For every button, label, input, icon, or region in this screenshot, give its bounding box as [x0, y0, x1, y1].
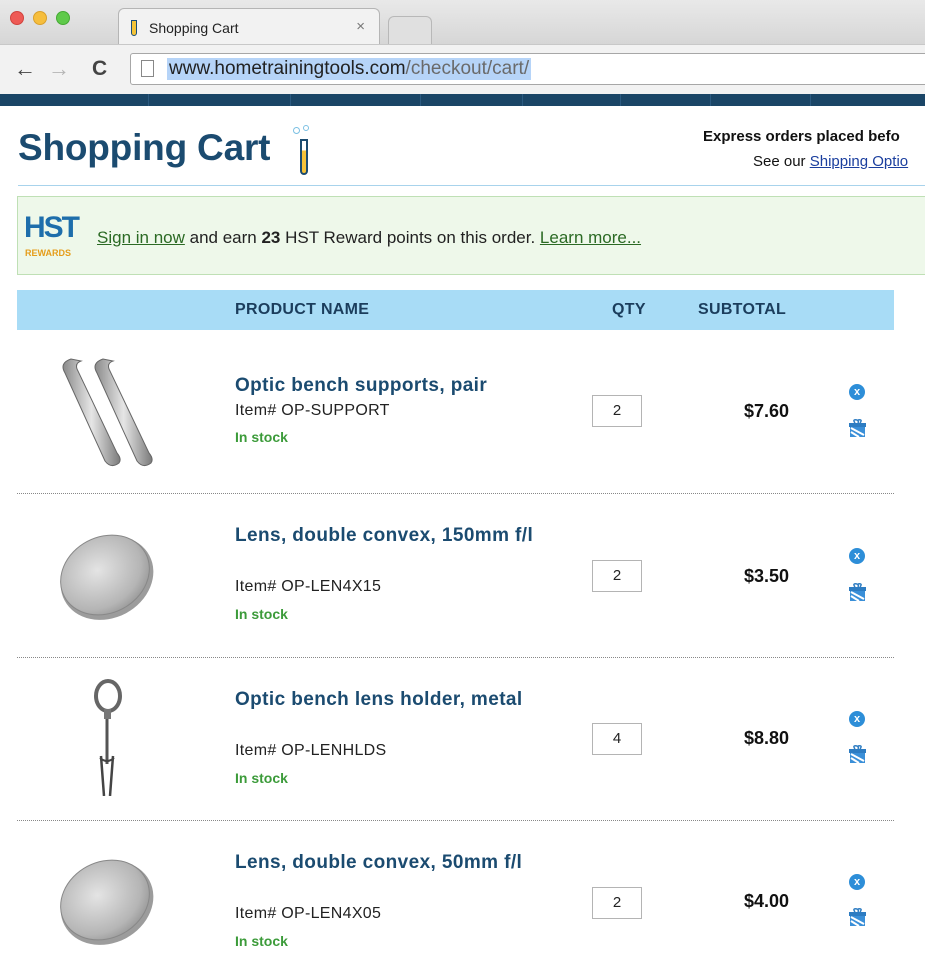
- item-number: Item# OP-SUPPORT: [235, 402, 390, 419]
- browser-tab-active[interactable]: Shopping Cart ×: [118, 8, 380, 44]
- product-name-link[interactable]: Optic bench supports, pair: [235, 373, 565, 399]
- quantity-input[interactable]: 2: [592, 887, 642, 919]
- test-tube-favicon-icon: [131, 20, 137, 36]
- reward-points: 23: [261, 228, 281, 247]
- browser-tab-bar: Shopping Cart ×: [0, 0, 925, 44]
- hst-logo-text: HST: [24, 211, 80, 244]
- window-minimize-button[interactable]: [33, 11, 47, 25]
- gift-wrap-icon[interactable]: [849, 908, 866, 927]
- cart-row: Optic bench lens holder, metal Item# OP-…: [17, 658, 894, 821]
- stock-status: In stock: [235, 606, 288, 622]
- product-name-link[interactable]: Optic bench lens holder, metal: [235, 687, 565, 713]
- row-subtotal: $4.00: [744, 891, 790, 911]
- quantity-input[interactable]: 2: [592, 395, 642, 427]
- page-content: Shopping Cart Express orders placed befo…: [0, 0, 925, 953]
- product-name-link[interactable]: Lens, double convex, 150mm f/l: [235, 523, 565, 549]
- remove-item-icon[interactable]: x: [849, 711, 865, 727]
- lens-icon[interactable]: [43, 516, 173, 636]
- stock-status: In stock: [235, 770, 288, 786]
- url-path: /checkout/cart/: [405, 58, 530, 79]
- gift-wrap-icon[interactable]: [849, 419, 866, 438]
- hst-rewards-logo: HST REWARDS: [24, 211, 88, 266]
- item-number: Item# OP-LENHLDS: [235, 742, 387, 759]
- stock-status: In stock: [235, 429, 288, 445]
- address-bar[interactable]: www.hometrainingtools.com/checkout/cart/: [130, 53, 925, 85]
- rewards-banner: HST REWARDS Sign in now and earn 23 HST …: [17, 196, 925, 275]
- quantity-input[interactable]: 2: [592, 560, 642, 592]
- reload-icon[interactable]: C: [92, 57, 107, 81]
- page-title: Shopping Cart: [18, 127, 271, 168]
- lens-holder-icon[interactable]: [43, 676, 173, 796]
- row-subtotal: $7.60: [744, 401, 790, 421]
- column-qty: QTY: [612, 301, 646, 318]
- learn-more-link[interactable]: Learn more...: [540, 228, 641, 247]
- url-text[interactable]: www.hometrainingtools.com/checkout/cart/: [167, 58, 532, 80]
- shipping-prefix: See our: [753, 153, 810, 170]
- column-subtotal: SUBTOTAL: [698, 301, 787, 318]
- cart-table-header: PRODUCT NAME QTY SUBTOTAL: [17, 290, 894, 330]
- browser-toolbar: ← → C www.hometrainingtools.com/checkout…: [0, 44, 925, 94]
- express-orders-notice: Express orders placed befo: [703, 128, 900, 145]
- sign-in-link[interactable]: Sign in now: [97, 228, 185, 247]
- shipping-options-link[interactable]: Shipping Optio: [810, 153, 908, 170]
- forward-arrow-icon[interactable]: →: [48, 57, 70, 81]
- column-product-name: PRODUCT NAME: [235, 301, 370, 318]
- tab-close-icon[interactable]: ×: [356, 18, 365, 35]
- window-maximize-button[interactable]: [56, 11, 70, 25]
- remove-item-icon[interactable]: x: [849, 874, 865, 890]
- bench-supports-icon[interactable]: [43, 351, 173, 471]
- item-number: Item# OP-LEN4X05: [235, 905, 382, 922]
- rewards-message: Sign in now and earn 23 HST Reward point…: [97, 228, 641, 248]
- back-arrow-icon[interactable]: ←: [14, 57, 36, 81]
- gift-wrap-icon[interactable]: [849, 745, 866, 764]
- cart-row: Lens, double convex, 50mm f/l Item# OP-L…: [17, 821, 894, 953]
- quantity-input[interactable]: 4: [592, 723, 642, 755]
- rewards-logo-text: REWARDS: [25, 248, 72, 258]
- new-tab-button[interactable]: [388, 16, 432, 44]
- test-tube-icon: [293, 125, 311, 177]
- row-subtotal: $3.50: [744, 566, 790, 586]
- cart-row: Optic bench supports, pair Item# OP-SUPP…: [17, 331, 894, 494]
- tab-title: Shopping Cart: [149, 20, 239, 36]
- lens-icon[interactable]: [43, 841, 173, 953]
- row-subtotal: $8.80: [744, 728, 790, 748]
- url-domain: www.hometrainingtools.com: [169, 58, 406, 79]
- shipping-notice: See our Shipping Optio: [753, 153, 908, 170]
- gift-wrap-icon[interactable]: [849, 583, 866, 602]
- site-nav-bar: [0, 94, 925, 106]
- rewards-text-part: and earn: [184, 228, 262, 247]
- product-name-link[interactable]: Lens, double convex, 50mm f/l: [235, 850, 565, 876]
- cart-row: Lens, double convex, 150mm f/l Item# OP-…: [17, 494, 894, 658]
- page-icon: [141, 60, 154, 77]
- stock-status: In stock: [235, 933, 288, 949]
- remove-item-icon[interactable]: x: [849, 548, 865, 564]
- item-number: Item# OP-LEN4X15: [235, 578, 382, 595]
- rewards-text-part: HST Reward points on this order.: [280, 228, 540, 247]
- remove-item-icon[interactable]: x: [849, 384, 865, 400]
- window-close-button[interactable]: [10, 11, 24, 25]
- divider: [18, 185, 925, 186]
